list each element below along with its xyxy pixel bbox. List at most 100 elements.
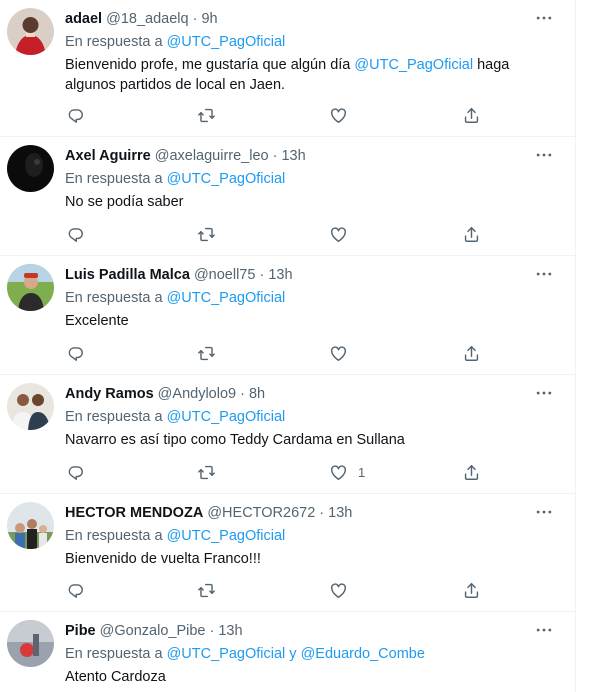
tweet-text-part: Bienvenido profe, me gustaría que algún … — [65, 57, 355, 73]
reply-context: En respuesta a @UTC_PagOficial — [65, 33, 285, 51]
reply-icon — [66, 463, 85, 482]
more-options-button[interactable] — [530, 143, 558, 167]
retweet-icon — [197, 463, 216, 482]
handle[interactable]: @noell75 — [194, 267, 255, 283]
tweet[interactable]: Luis Padilla Malca @noell75 · 13h En res… — [0, 256, 575, 375]
retweet-button[interactable] — [197, 577, 216, 603]
retweet-button[interactable] — [197, 221, 216, 247]
tweet[interactable]: Andy Ramos @Andylolo9 · 8h En respuesta … — [0, 375, 575, 494]
handle[interactable]: @Andylolo9 — [158, 386, 236, 402]
display-name[interactable]: Pibe — [65, 623, 96, 639]
reply-context: En respuesta a @UTC_PagOficial — [65, 170, 285, 188]
avatar[interactable] — [7, 620, 54, 667]
heart-icon — [329, 106, 348, 125]
more-options-button[interactable] — [530, 618, 558, 642]
tweet-text: Bienvenido profe, me gustaría que algún … — [65, 55, 560, 95]
retweet-button[interactable] — [197, 459, 216, 485]
heart-icon — [329, 225, 348, 244]
share-button[interactable] — [462, 340, 481, 366]
like-button[interactable] — [329, 340, 358, 366]
more-horizontal-icon — [534, 502, 554, 522]
handle[interactable]: @18_adaelq — [106, 11, 188, 27]
separator: · — [268, 148, 282, 164]
share-icon — [462, 344, 481, 363]
handle[interactable]: @Gonzalo_Pibe — [100, 623, 206, 639]
avatar[interactable] — [7, 502, 54, 549]
share-icon — [462, 581, 481, 600]
tweet[interactable]: adael @18_adaelq · 9h En respuesta a @UT… — [0, 0, 575, 137]
tweet-header: HECTOR MENDOZA @HECTOR2672 · 13h — [65, 504, 352, 522]
like-button[interactable] — [329, 577, 358, 603]
retweet-icon — [197, 344, 216, 363]
tweet[interactable]: HECTOR MENDOZA @HECTOR2672 · 13h En resp… — [0, 494, 575, 612]
tweet-text: Excelente — [65, 313, 129, 329]
reply-prefix: En respuesta a — [65, 646, 163, 662]
share-icon — [462, 106, 481, 125]
like-button[interactable] — [329, 102, 358, 128]
display-name[interactable]: HECTOR MENDOZA — [65, 505, 203, 521]
share-icon — [462, 463, 481, 482]
more-options-button[interactable] — [530, 500, 558, 524]
share-button[interactable] — [462, 221, 481, 247]
avatar[interactable] — [7, 145, 54, 192]
reply-mention[interactable]: @UTC_PagOficial — [167, 290, 286, 306]
avatar[interactable] — [7, 264, 54, 311]
display-name[interactable]: Axel Aguirre — [65, 148, 151, 164]
more-horizontal-icon — [534, 145, 554, 165]
share-button[interactable] — [462, 459, 481, 485]
replies-timeline: adael @18_adaelq · 9h En respuesta a @UT… — [0, 0, 576, 692]
text-mention[interactable]: @UTC_PagOficial — [354, 57, 473, 73]
timestamp[interactable]: 9h — [201, 11, 217, 27]
timestamp[interactable]: 13h — [218, 623, 242, 639]
share-icon — [462, 225, 481, 244]
handle[interactable]: @axelaguirre_leo — [155, 148, 269, 164]
heart-icon — [329, 344, 348, 363]
reply-mention[interactable]: @Eduardo_Combe — [301, 646, 425, 662]
reply-button[interactable] — [66, 102, 85, 128]
reply-button[interactable] — [66, 340, 85, 366]
handle[interactable]: @HECTOR2672 — [207, 505, 315, 521]
display-name[interactable]: Andy Ramos — [65, 386, 154, 402]
tweet[interactable]: Axel Aguirre @axelaguirre_leo · 13h En r… — [0, 137, 575, 256]
timestamp[interactable]: 8h — [249, 386, 265, 402]
reply-prefix: En respuesta a — [65, 34, 163, 50]
reply-button[interactable] — [66, 459, 85, 485]
reply-mention[interactable]: @UTC_PagOficial — [167, 409, 286, 425]
action-bar: 1 — [58, 459, 498, 485]
share-button[interactable] — [462, 102, 481, 128]
reply-button[interactable] — [66, 577, 85, 603]
timestamp[interactable]: 13h — [281, 148, 305, 164]
like-button[interactable]: 1 — [329, 459, 365, 485]
retweet-icon — [197, 581, 216, 600]
more-options-button[interactable] — [530, 381, 558, 405]
reply-mention[interactable]: @UTC_PagOficial — [167, 646, 286, 662]
like-button[interactable] — [329, 221, 358, 247]
reply-prefix: En respuesta a — [65, 290, 163, 306]
tweet-header: Pibe @Gonzalo_Pibe · 13h — [65, 622, 243, 640]
tweet-header: Andy Ramos @Andylolo9 · 8h — [65, 385, 265, 403]
display-name[interactable]: adael — [65, 11, 102, 27]
share-button[interactable] — [462, 577, 481, 603]
reply-button[interactable] — [66, 221, 85, 247]
timestamp[interactable]: 13h — [268, 267, 292, 283]
more-options-button[interactable] — [530, 6, 558, 30]
retweet-button[interactable] — [197, 102, 216, 128]
reply-icon — [66, 581, 85, 600]
more-horizontal-icon — [534, 8, 554, 28]
display-name[interactable]: Luis Padilla Malca — [65, 267, 190, 283]
more-horizontal-icon — [534, 620, 554, 640]
tweet[interactable]: Pibe @Gonzalo_Pibe · 13h En respuesta a … — [0, 612, 576, 692]
reply-context: En respuesta a @UTC_PagOficial — [65, 527, 285, 545]
reply-mention[interactable]: @UTC_PagOficial — [167, 34, 286, 50]
reply-prefix: En respuesta a — [65, 409, 163, 425]
avatar[interactable] — [7, 383, 54, 430]
tweet-text: Bienvenido de vuelta Franco!!! — [65, 551, 261, 567]
like-count: 1 — [358, 464, 366, 480]
more-options-button[interactable] — [530, 262, 558, 286]
timestamp[interactable]: 13h — [328, 505, 352, 521]
reply-mention[interactable]: @UTC_PagOficial — [167, 171, 286, 187]
reply-mention[interactable]: @UTC_PagOficial — [167, 528, 286, 544]
separator: · — [255, 267, 269, 283]
avatar[interactable] — [7, 8, 54, 55]
retweet-button[interactable] — [197, 340, 216, 366]
